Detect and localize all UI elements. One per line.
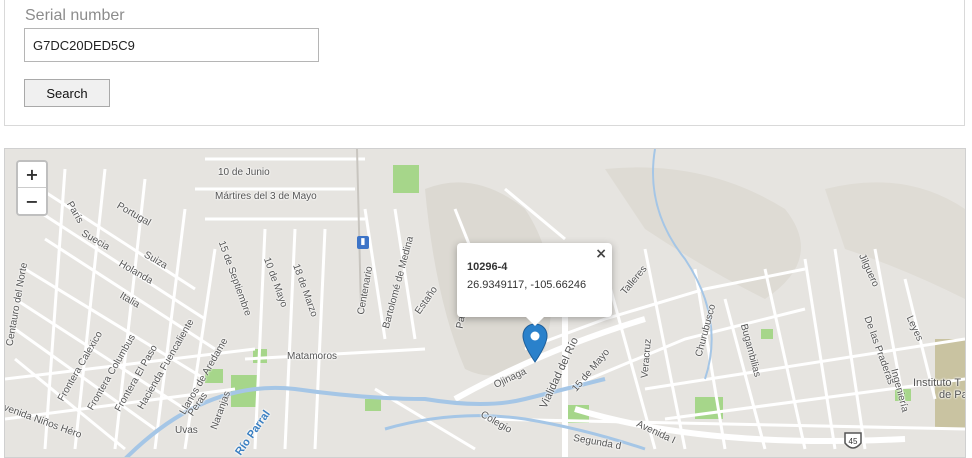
location-marker-icon[interactable] [522, 323, 548, 368]
popup-coordinates: 26.9349117, -105.66246 [467, 279, 587, 291]
highway-number: 45 [849, 437, 858, 446]
popup-title: 10296-4 [467, 261, 508, 273]
street-label: Pa [454, 315, 468, 330]
marker-popup: × 10296-4 26.9349117, -105.66246 [457, 243, 612, 326]
street-label: Mártires del 3 de Mayo [215, 191, 317, 202]
search-button[interactable]: Search [24, 79, 110, 107]
zoom-control: + − [16, 160, 48, 216]
street-label: Matamoros [287, 351, 338, 362]
street-label: 10 de Junio [218, 167, 270, 178]
serial-number-label: Serial number [25, 7, 125, 24]
serial-number-input[interactable] [24, 28, 319, 62]
place-label: Instituto T [913, 377, 962, 389]
place-label: de Pa [939, 389, 966, 401]
bus-stop-icon: ▮ [357, 236, 369, 249]
map[interactable]: + − ▮ 10 de Junio Mártires del 3 de Mayo… [4, 148, 966, 458]
search-panel: Serial number Search [4, 0, 965, 126]
zoom-out-button[interactable]: − [18, 188, 46, 214]
street-label: Uvas [175, 425, 198, 436]
zoom-in-button[interactable]: + [18, 162, 46, 188]
highway-shield-icon: 45 [843, 431, 863, 457]
popup-close-button[interactable]: × [595, 246, 607, 262]
